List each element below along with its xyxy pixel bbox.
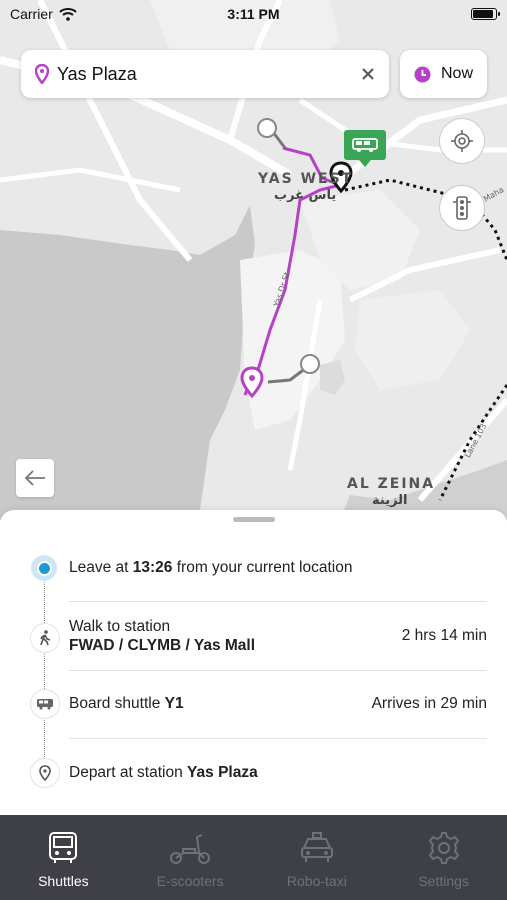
- district-label-yas-west: YAS WEST: [258, 171, 354, 187]
- divider: [69, 738, 487, 739]
- scooter-icon: [170, 834, 211, 864]
- departure-time-label: Now: [440, 65, 473, 82]
- bus-icon: [49, 832, 78, 863]
- shuttle-marker[interactable]: [344, 130, 386, 167]
- tab-shuttles[interactable]: Shuttles: [0, 815, 127, 900]
- district-label-yas-west-ar: ياس غرب: [274, 188, 337, 203]
- divider: [69, 670, 487, 671]
- step-walk-line1: Walk to station: [69, 618, 171, 635]
- location-pin-icon: [35, 64, 49, 84]
- step-board-text: Board shuttle Y1: [69, 695, 184, 712]
- clock-icon: [414, 66, 431, 82]
- locate-me-button[interactable]: [439, 118, 485, 164]
- destination-station: Yas Plaza: [187, 764, 258, 781]
- walk-end-marker: [300, 354, 320, 374]
- district-label-al-zeina-ar: الزينة: [372, 493, 408, 508]
- tab-e-scooters[interactable]: E-scooters: [127, 815, 254, 900]
- traffic-light-icon: [453, 196, 471, 220]
- gear-icon: [428, 832, 459, 864]
- destination-pin-icon: [240, 366, 264, 398]
- current-location-icon: [29, 553, 59, 583]
- clear-search-button[interactable]: [361, 63, 375, 85]
- shuttle-icon: [31, 690, 59, 718]
- destination-search-field[interactable]: Yas Plaza: [21, 50, 389, 98]
- wifi-icon: [59, 7, 77, 21]
- status-bar: Carrier 3:11 PM: [0, 0, 507, 28]
- step-depart-text: Depart at station Yas Plaza: [69, 764, 258, 781]
- tab-settings[interactable]: Settings: [380, 815, 507, 900]
- bus-icon: [352, 138, 378, 152]
- taxi-icon: [300, 832, 333, 862]
- station-name: FWAD / CLYMB / Yas Mall: [69, 637, 256, 654]
- walking-icon: [31, 624, 59, 652]
- arrow-left-icon: [24, 470, 45, 486]
- tab-label: Shuttles: [38, 873, 89, 889]
- search-value[interactable]: Yas Plaza: [57, 64, 361, 85]
- carrier-label: Carrier: [10, 6, 53, 22]
- shuttle-arrival: Arrives in 29 min: [371, 695, 487, 712]
- back-button[interactable]: [16, 459, 54, 497]
- carrier-info: Carrier: [10, 6, 77, 22]
- journey-sheet: Leave at 13:26 from your current locatio…: [0, 510, 507, 815]
- sheet-drag-handle[interactable]: [233, 517, 275, 522]
- battery-icon: [471, 8, 500, 20]
- walk-start-marker: [257, 118, 277, 138]
- leave-time: 13:26: [132, 559, 173, 576]
- divider: [69, 601, 487, 602]
- district-label-al-zeina: AL ZEINA: [347, 476, 436, 492]
- tab-label: Settings: [418, 873, 469, 889]
- departure-time-button[interactable]: Now: [400, 50, 487, 98]
- tab-label: Robo-taxi: [286, 873, 347, 889]
- close-icon: [362, 68, 374, 80]
- tab-label: E-scooters: [156, 873, 224, 889]
- step-leave-text: Leave at 13:26 from your current locatio…: [69, 559, 353, 576]
- timeline-line: [44, 567, 45, 777]
- destination-icon: [31, 759, 59, 787]
- shuttle-line: Y1: [164, 695, 184, 712]
- traffic-layer-button[interactable]: [439, 185, 485, 231]
- crosshair-icon: [451, 130, 473, 152]
- walk-duration: 2 hrs 14 min: [401, 627, 487, 644]
- tab-robo-taxi[interactable]: Robo-taxi: [254, 815, 381, 900]
- tab-bar: Shuttles E-scooters Robo-taxi Settings: [0, 815, 507, 900]
